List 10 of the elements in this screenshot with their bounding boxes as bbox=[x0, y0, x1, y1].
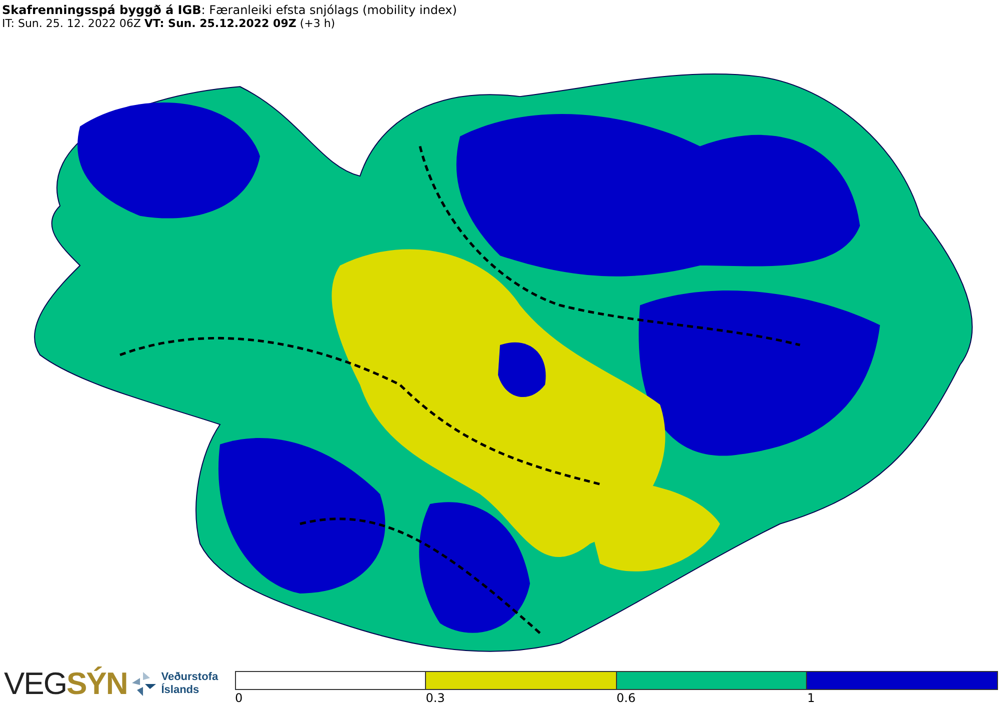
legend-tick-label: 0.3 bbox=[426, 691, 445, 705]
agency-name: Veðurstofa bbox=[161, 671, 218, 683]
map-title: Skafrenningsspá byggð á IGB: Færanleiki efsta snjólags (mobility index) bbox=[2, 3, 457, 17]
compass-arrows-icon bbox=[131, 671, 158, 697]
legend-tick-label: 0 bbox=[235, 691, 243, 705]
map-subtitle: IT: Sun. 25. 12. 2022 06Z VT: Sun. 25.12.2022 09Z (+3 h) bbox=[2, 17, 336, 30]
agency-name: Íslands bbox=[161, 684, 200, 697]
vegsyn-logo: VEGSÝN bbox=[4, 669, 128, 699]
legend-tick-label: 0.6 bbox=[616, 691, 636, 705]
legend-tick-label: 1 bbox=[807, 691, 815, 705]
